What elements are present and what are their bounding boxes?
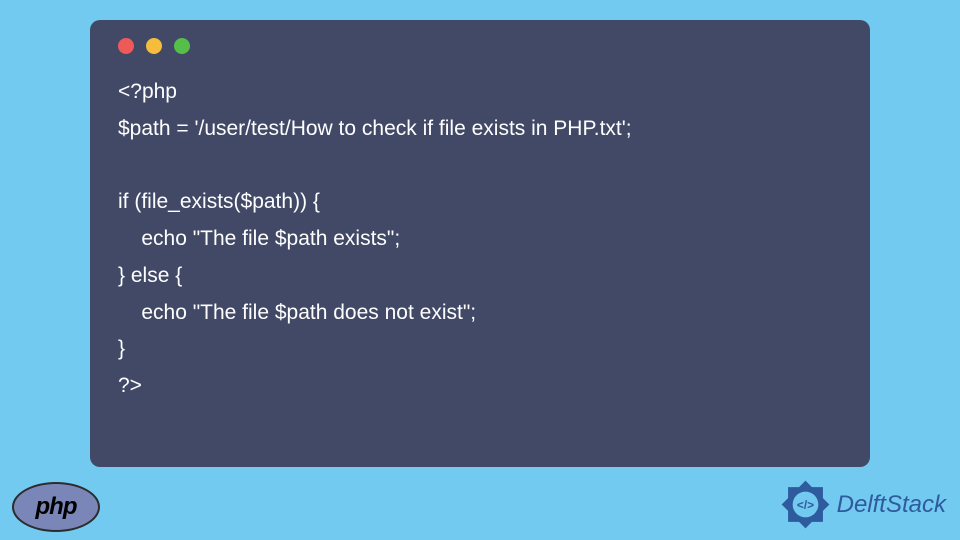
php-logo-text: php: [36, 493, 77, 521]
delftstack-logo: </> DelftStack: [778, 477, 946, 532]
code-line: }: [118, 337, 125, 360]
code-line: $path = '/user/test/How to check if file…: [118, 117, 632, 140]
code-window: <?php $path = '/user/test/How to check i…: [90, 20, 870, 467]
close-icon: [118, 38, 134, 54]
delftstack-icon: </>: [778, 477, 833, 532]
delftstack-text: DelftStack: [837, 491, 946, 519]
code-line: echo "The file $path exists";: [118, 227, 400, 250]
php-logo: php: [12, 482, 100, 532]
window-controls: [118, 38, 842, 54]
code-line: <?php: [118, 80, 177, 103]
code-line: ?>: [118, 374, 142, 397]
code-line: if (file_exists($path)) {: [118, 190, 320, 213]
maximize-icon: [174, 38, 190, 54]
code-line: echo "The file $path does not exist";: [118, 301, 476, 324]
svg-text:</>: </>: [797, 498, 814, 512]
code-line: } else {: [118, 264, 182, 287]
minimize-icon: [146, 38, 162, 54]
code-content: <?php $path = '/user/test/How to check i…: [118, 74, 842, 405]
